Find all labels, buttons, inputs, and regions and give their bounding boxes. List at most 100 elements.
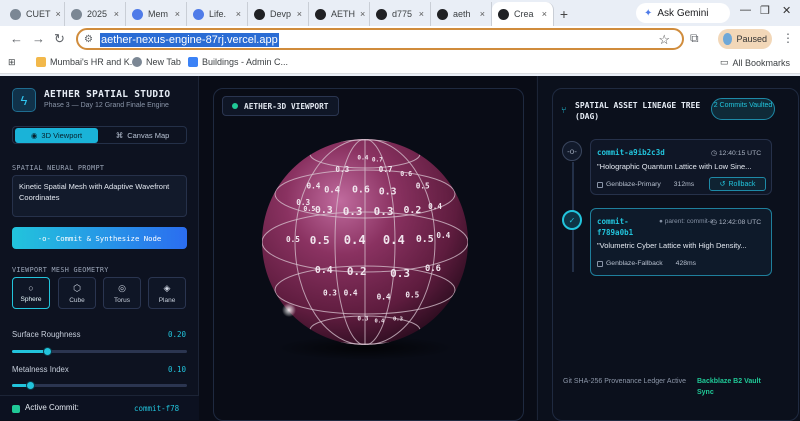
browser-tab[interactable]: Devp × [248,2,309,26]
cpu-icon [597,181,603,188]
reload-icon[interactable]: ↻ [54,31,65,47]
profile-button[interactable]: Paused [718,29,772,49]
bookmark-favicon-icon [188,57,198,67]
clock-icon: ◷ [711,150,717,157]
browser-tab[interactable]: CUET × [4,2,65,26]
site-info-icon[interactable]: ⚙ [84,34,93,45]
browser-tab[interactable]: Mem × [126,2,187,26]
tab-favicon-icon [193,8,204,20]
commits-badge: 2 Commits Vaulted [711,98,775,120]
tab-close-icon[interactable]: × [542,9,547,19]
close-window-icon[interactable]: ✕ [782,4,791,17]
globe-icon [132,57,142,67]
address-bar[interactable]: ⚙ aether-nexus-engine-87rj.vercel.app ☆ [76,28,684,50]
sphere-value-label: 0.4 [344,233,366,247]
tab-close-icon[interactable]: × [480,9,485,19]
sphere-value-label: 0.4 [383,233,405,247]
tab-3d-viewport[interactable]: ◉ 3D Viewport [15,128,98,143]
roughness-label: Surface Roughness [12,330,81,339]
geometry-torus-button[interactable]: ◎ Torus [103,277,141,309]
cpu-icon [597,260,603,267]
provenance-status: Git SHA-256 Provenance Ledger Active [563,378,686,385]
sphere-value-label: 0.3 [357,315,368,322]
geometry-label: VIEWPORT MESH GEOMETRY [12,266,109,274]
commit-engine: Genblaze-Primary 312ms [597,181,694,188]
sphere-value-label: 0.4 [315,265,333,276]
geometry-plane-button[interactable]: ◈ Plane [148,277,186,309]
geometry-sphere-button[interactable]: ○ Sphere [12,277,50,309]
commit-engine: Genblaze-Fallback 428ms [597,260,696,267]
extensions-icon[interactable]: ⧉ [690,31,699,46]
folder-icon: ▭ [720,57,729,67]
tab-close-icon[interactable]: × [419,9,424,19]
restore-icon[interactable]: ❐ [760,4,770,17]
tab-close-icon[interactable]: × [56,9,61,19]
tab-close-icon[interactable]: × [175,9,180,19]
browser-tab[interactable]: d775 × [370,2,431,26]
browser-tab[interactable]: Life. × [187,2,248,26]
commit-hash[interactable]: commit-a9ib2c3d [597,148,665,157]
tab-favicon-icon [254,8,265,20]
menu-icon[interactable]: ⋮ [782,31,794,45]
apps-icon[interactable]: ⊞ [8,57,16,68]
bookmark-star-icon[interactable]: ☆ [658,32,670,48]
sphere-value-label: 0.4 [307,181,321,190]
sphere-value-label: 0.5 [286,235,300,244]
roughness-thumb[interactable] [43,347,52,356]
commit-hash[interactable]: commit-f789a0b1 [597,216,637,238]
tab-label: Life. [209,9,227,19]
metalness-value: 0.10 [167,365,186,374]
tab-favicon-icon [71,8,82,20]
metalness-slider[interactable] [12,381,187,390]
tab-favicon-icon [315,8,326,20]
sphere-value-label: 0.6 [352,185,370,196]
ask-gemini-button[interactable]: ✦ Ask Gemini [636,3,730,23]
commit-card[interactable]: commit-a9ib2c3d ◷ 12:40:15 UTC "Holograp… [590,139,772,195]
active-commit-node-icon[interactable]: ✓ [562,210,582,230]
tab-close-icon[interactable]: × [114,9,119,19]
tab-favicon-icon [437,8,448,20]
sphere-mesh[interactable]: 0.4 0.70.3 0.70.60.4 0.4 0.6 0.30.50.30.5 0.3 0… [249,134,481,366]
bookmark-favicon-icon [36,57,46,67]
sphere-value-label: 0.6 [400,170,412,178]
sphere-value-label: 0.3 [343,205,363,218]
back-icon[interactable]: ← [10,31,23,46]
prompt-textarea[interactable]: Kinetic Spatial Mesh with Adaptive Wavef… [12,175,187,217]
commit-card[interactable]: commit-f789a0b1 ● parent: commit-a ◷ 12:… [590,208,772,276]
sphere-value-label: 0.4 [357,155,368,162]
sphere-value-label: 0.3 [374,205,394,218]
commit-synthesize-button[interactable]: -o- Commit & Synthesize Node [12,227,187,249]
sphere-specular-highlight [282,303,296,317]
browser-tab[interactable]: Crea × [492,2,554,26]
sphere-value-label: 0.3 [315,205,333,216]
roughness-slider[interactable] [12,347,187,356]
commit-node-icon[interactable]: -o- [562,141,582,161]
browser-chrome: CUET × 2025 × Mem × Life. × Devp × AETH × d775 × aeth ×… [0,0,800,76]
new-tab-icon[interactable]: + [554,2,574,26]
metalness-thumb[interactable] [25,381,35,390]
bookmark-item[interactable]: Buildings - Admin C... [188,57,288,67]
browser-tab[interactable]: 2025 × [65,2,126,26]
tab-label: Devp [270,9,292,19]
bookmark-item[interactable]: New Tab [132,57,181,67]
lineage-title: SPATIAL ASSET LINEAGE TREE (DAG) [575,101,701,121]
tab-canvas-map[interactable]: ⌘ Canvas Map [101,128,184,143]
rollback-button[interactable]: ↺ Rollback [709,177,766,191]
roughness-fill [12,350,47,353]
browser-tab[interactable]: AETH × [309,2,370,26]
tab-close-icon[interactable]: × [297,9,302,19]
browser-tab[interactable]: aeth × [431,2,492,26]
bookmark-item[interactable]: Mumbai's HR and K... [36,57,137,67]
geometry-cube-button[interactable]: ⬡ Cube [58,277,96,309]
circle-icon: ○ [28,283,34,293]
url-text[interactable]: aether-nexus-engine-87rj.vercel.app [100,33,279,47]
metalness-label: Metalness Index [12,365,69,374]
sphere-value-label: 0.6 [425,264,441,274]
tab-close-icon[interactable]: × [360,9,365,19]
forward-icon[interactable]: → [32,31,45,46]
sphere-value-label: 0.5 [405,291,419,300]
all-bookmarks[interactable]: ▭ All Bookmarks [720,57,790,68]
minimize-icon[interactable]: — [740,4,751,16]
tab-close-icon[interactable]: × [236,9,241,19]
avatar [723,33,733,45]
